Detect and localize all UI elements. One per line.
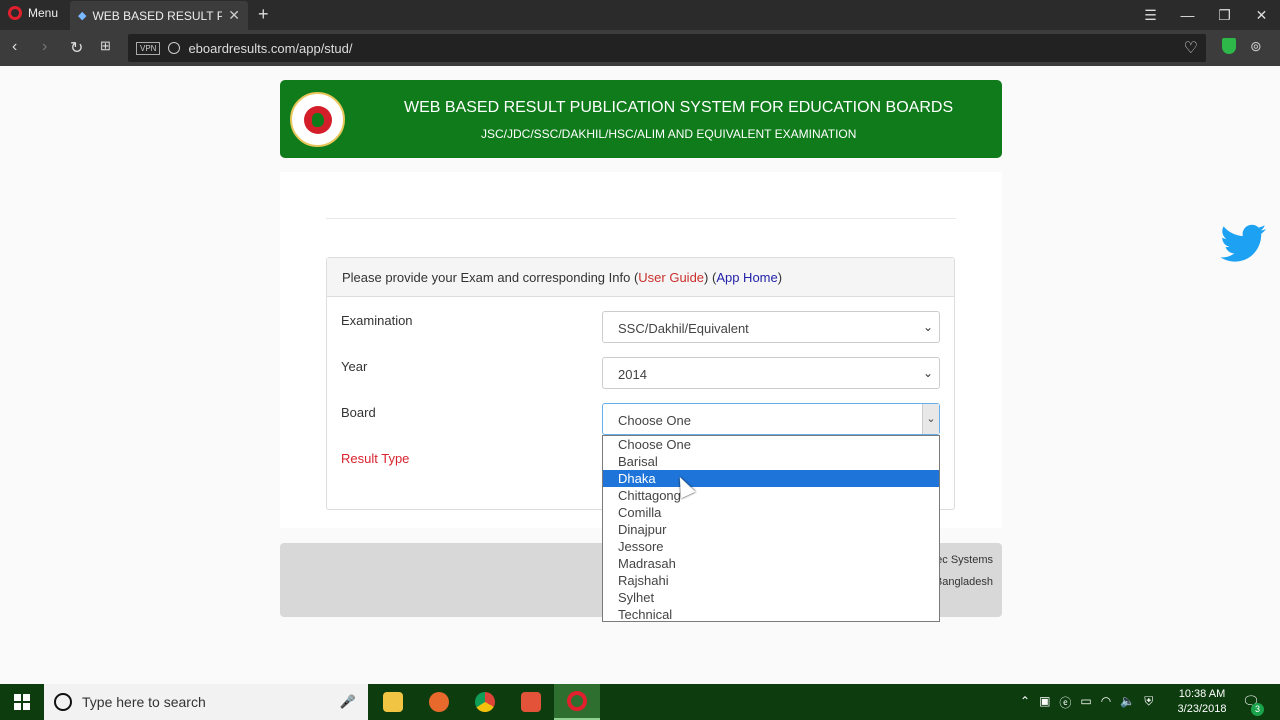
firefox-icon[interactable] xyxy=(416,684,462,720)
favicon-icon: ◆ xyxy=(78,10,87,22)
chevron-down-icon: ⌄ xyxy=(922,366,933,380)
address-bar-row: ‹ › ↻ ⊞ VPN eboardresults.com/app/stud/ … xyxy=(0,30,1280,66)
snapshot-icon[interactable]: ⊚ xyxy=(1250,38,1262,55)
windows-taskbar: Type here to search 🎤 ⌃ ▣ ⓔ ▭ ◠ 🔈 ⛨ 10:3… xyxy=(0,684,1280,720)
menu-label: Menu xyxy=(28,6,59,20)
globe-icon xyxy=(168,42,181,54)
panel-mid-text: ) ( xyxy=(704,270,717,285)
security-shield-icon[interactable]: ⛨ xyxy=(1144,694,1153,711)
back-button[interactable]: ‹ xyxy=(12,38,17,56)
board-dropdown-list: Choose One Barisal Dhaka Chittagong Comilla D… xyxy=(602,435,940,622)
volume-icon[interactable]: 🔈 xyxy=(1120,694,1135,711)
examination-select[interactable]: SSC/Dakhil/Equivalent ⌄ xyxy=(602,311,940,343)
header-banner: WEB BASED RESULT PUBLICATION SYSTEM FOR … xyxy=(280,80,1002,158)
restore-button[interactable]: ❐ xyxy=(1206,0,1243,30)
tab-title: WEB BASED RESULT PUBLICATION xyxy=(92,8,223,23)
opera-logo-icon xyxy=(8,6,22,20)
banner-title: WEB BASED RESULT PUBLICATION SYSTEM FOR … xyxy=(404,99,954,116)
file-explorer-icon[interactable] xyxy=(370,684,416,720)
board-option[interactable]: Rajshahi xyxy=(603,572,939,589)
tray-browser-icon[interactable]: ⓔ xyxy=(1059,694,1071,711)
year-label: Year xyxy=(341,359,368,374)
panel-heading: Please provide your Exam and correspondi… xyxy=(327,258,954,297)
tab-menu-icon[interactable]: ☰ xyxy=(1132,0,1169,30)
footer-line2: Bangladesh xyxy=(934,576,993,588)
user-guide-link[interactable]: User Guide xyxy=(638,270,704,285)
vpn-badge[interactable]: VPN xyxy=(136,41,161,55)
board-option[interactable]: Barisal xyxy=(603,453,939,470)
url-text[interactable]: eboardresults.com/app/stud/ xyxy=(188,41,352,56)
year-value: 2014 xyxy=(618,367,647,382)
clock-date: 3/23/2018 xyxy=(1177,703,1227,715)
panel-end-text: ) xyxy=(777,270,783,285)
bookmark-heart-icon[interactable]: ♡ xyxy=(1184,38,1198,58)
reload-button[interactable]: ↻ xyxy=(70,38,83,58)
app-home-link[interactable]: App Home xyxy=(716,270,777,285)
opera-taskbar-icon[interactable] xyxy=(554,684,600,720)
board-option[interactable]: Comilla xyxy=(603,504,939,521)
chevron-down-icon: ⌄ xyxy=(922,320,933,334)
taskbar-search-placeholder: Type here to search xyxy=(82,694,206,710)
windows-start-icon[interactable] xyxy=(14,694,30,710)
banner-subtitle: JSC/JDC/SSC/DAKHIL/HSC/ALIM AND EQUIVALE… xyxy=(481,127,857,141)
chevron-down-icon[interactable]: ⌄ xyxy=(922,404,939,434)
wifi-icon[interactable]: ◠ xyxy=(1101,694,1111,711)
tab-close-icon[interactable]: ✕ xyxy=(228,7,240,24)
board-option[interactable]: Chittagong xyxy=(603,487,939,504)
taskbar-clock[interactable]: 10:38 AM 3/23/2018 xyxy=(1170,687,1234,717)
forward-button[interactable]: › xyxy=(42,38,47,56)
url-field[interactable]: VPN eboardresults.com/app/stud/ ♡ xyxy=(128,34,1206,62)
speed-dial-icon[interactable]: ⊞ xyxy=(100,38,111,54)
taskbar-search-box[interactable]: Type here to search 🎤 xyxy=(44,684,368,720)
board-option[interactable]: Jessore xyxy=(603,538,939,555)
chevron-up-icon[interactable]: ⌃ xyxy=(1020,694,1030,711)
board-option[interactable]: Dinajpur xyxy=(603,521,939,538)
panel-intro-text: Please provide your Exam and correspondi… xyxy=(342,270,639,285)
board-label: Board xyxy=(341,405,376,420)
cortana-icon xyxy=(54,693,72,711)
examination-value: SSC/Dakhil/Equivalent xyxy=(618,321,749,336)
twitter-icon[interactable] xyxy=(1220,224,1268,264)
board-value: Choose One xyxy=(618,413,691,428)
tray-app-icon[interactable]: ▣ xyxy=(1039,694,1050,711)
board-option[interactable]: Dhaka xyxy=(603,470,939,487)
browser-tab[interactable]: ◆ WEB BASED RESULT PUBLICATION ✕ xyxy=(70,1,248,30)
window-controls: ☰ — ❐ ✕ xyxy=(1132,0,1280,30)
government-seal-icon xyxy=(290,92,345,147)
system-tray: ⌃ ▣ ⓔ ▭ ◠ 🔈 ⛨ xyxy=(1020,694,1153,711)
microphone-icon[interactable]: 🎤 xyxy=(340,694,356,710)
chrome-icon[interactable] xyxy=(462,684,508,720)
result-type-label: Result Type xyxy=(341,451,410,466)
new-tab-button[interactable]: + xyxy=(258,4,269,25)
battery-icon[interactable]: ▭ xyxy=(1080,694,1091,711)
close-window-button[interactable]: ✕ xyxy=(1243,0,1280,30)
footer-line1: tec Systems xyxy=(933,554,993,566)
browser-tab-bar: Menu ◆ WEB BASED RESULT PUBLICATION ✕ + … xyxy=(0,0,1280,30)
board-option[interactable]: Sylhet xyxy=(603,589,939,606)
board-select[interactable]: Choose One ⌄ xyxy=(602,403,940,435)
clock-time: 10:38 AM xyxy=(1178,688,1226,700)
divider xyxy=(326,218,956,219)
board-option[interactable]: Technical xyxy=(603,606,939,623)
opera-menu-button[interactable]: Menu xyxy=(8,6,58,20)
camtasia-icon[interactable] xyxy=(508,684,554,720)
minimize-button[interactable]: — xyxy=(1169,0,1206,30)
year-select[interactable]: 2014 ⌄ xyxy=(602,357,940,389)
notification-count-badge: 3 xyxy=(1251,703,1264,716)
board-option[interactable]: Madrasah xyxy=(603,555,939,572)
adblock-shield-icon[interactable] xyxy=(1222,38,1236,54)
board-option[interactable]: Choose One xyxy=(603,436,939,453)
examination-label: Examination xyxy=(341,313,413,328)
